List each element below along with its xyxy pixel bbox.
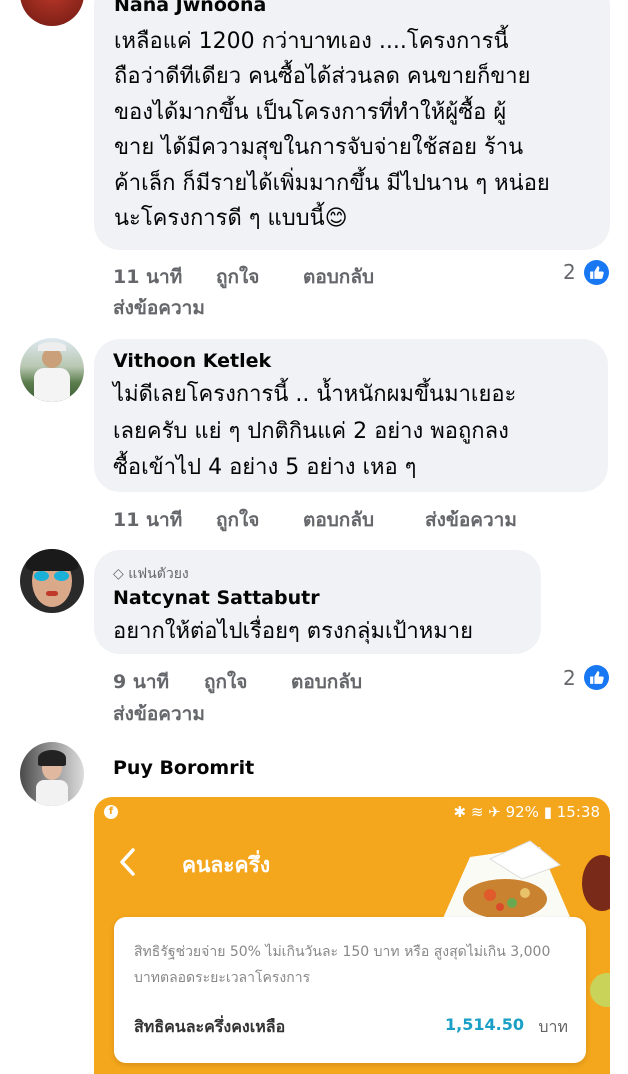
back-arrow-icon (120, 848, 135, 876)
comment-text-line: ซื้อเข้าไป 4 อย่าง 5 อย่าง เหอ ๆ (113, 455, 417, 480)
reaction-count[interactable]: 2 (563, 666, 576, 690)
avatar[interactable] (20, 742, 84, 806)
status-time: 15:38 (556, 803, 600, 821)
like-button[interactable]: ถูกใจ (204, 667, 247, 697)
comment-text-line: เลยครับ แย่ ๆ ปกติกินแค่ 2 อย่าง พอถูกลง (113, 419, 509, 444)
like-button[interactable]: ถูกใจ (216, 262, 259, 292)
comment-text-line: เหลือแค่ 1200 กว่าบาทเอง ....โครงการนี้ (114, 29, 509, 54)
chili-bowl-illustration (582, 855, 610, 911)
comment-author[interactable]: Nana Jwnoona (114, 0, 266, 16)
battery-level: 92% (505, 803, 539, 821)
lime-illustration (590, 973, 610, 1007)
reply-button[interactable]: ตอบกลับ (291, 667, 362, 697)
battery-icon: ▮ (543, 803, 552, 821)
balance-amount: 1,514.50 (445, 1015, 524, 1034)
send-message-link[interactable]: ส่งข้อความ (113, 699, 205, 729)
comment-time[interactable]: 11 นาที (113, 505, 182, 535)
avatar[interactable] (20, 0, 84, 26)
balance-unit: บาท (538, 1017, 568, 1036)
send-message-link[interactable]: ส่งข้อความ (425, 505, 517, 535)
airplane-icon: ✈ (488, 803, 501, 821)
reply-button[interactable]: ตอบกลับ (303, 262, 374, 292)
bluetooth-icon: ✱ (453, 803, 467, 821)
comment-time[interactable]: 9 นาที (113, 667, 169, 697)
facebook-icon: f (104, 805, 118, 819)
comment-text-line: ขาย ได้มีความสุขในการจับจ่ายใช้สอย ร้าน (114, 135, 524, 160)
comment-author[interactable]: Vithoon Ketlek (113, 350, 271, 372)
avatar[interactable] (20, 338, 84, 402)
wifi-icon: ≋ (470, 803, 484, 821)
comment-text-line: ไม่ดีเลยโครงการนี้ .. น้ำหนักผมขึ้นมาเยอ… (113, 382, 517, 407)
balance-card: สิทธิรัฐช่วยจ่าย 50% ไม่เกินวันละ 150 บา… (114, 917, 586, 1063)
comment-time[interactable]: 11 นาที (113, 262, 182, 292)
app-title: คนละครึ่ง (182, 853, 271, 877)
diamond-icon: ◇ (113, 566, 124, 582)
balance-label: สิทธิคนละครึ่งคงเหลือ (134, 1017, 286, 1036)
like-reaction-icon[interactable] (584, 260, 609, 285)
rights-description: สิทธิรัฐช่วยจ่าย 50% ไม่เกินวันละ 150 บา… (134, 944, 551, 986)
comment-text-line: ถือว่าดีทีเดียว คนซื้อได้ส่วนลด คนขายก็ข… (114, 64, 531, 89)
avatar[interactable] (20, 549, 84, 613)
top-fan-badge: ◇ แฟนตัวยง (113, 563, 189, 585)
comment-text-line: ของได้มากขึ้น เป็นโครงการที่ทำให้ผู้ซื้อ… (114, 100, 507, 125)
comment-author[interactable]: Natcynat Sattabutr (113, 587, 320, 609)
status-bar: ✱ ≋ ✈ 92% ▮ 15:38 (454, 803, 600, 821)
reply-button[interactable]: ตอบกลับ (303, 505, 374, 535)
food-box-illustration (440, 840, 570, 925)
send-message-link[interactable]: ส่งข้อความ (113, 293, 205, 323)
badge-label: แฟนตัวยง (128, 566, 189, 582)
like-button[interactable]: ถูกใจ (216, 505, 259, 535)
comment-author[interactable]: Puy Boromrit (113, 757, 254, 779)
like-reaction-icon[interactable] (584, 665, 609, 690)
comment-text-line: ค้าเล็ก ก็มีรายได้เพิ่มมากขึ้น มีไปนาน ๆ… (114, 171, 550, 196)
reaction-count[interactable]: 2 (563, 260, 576, 284)
comment-text-line: นะโครงการดี ๆ แบบนี้😊 (114, 206, 348, 231)
comment-text-line: อยากให้ต่อไปเรื่อยๆ ตรงกลุ่มเป้าหมาย (113, 619, 474, 644)
attached-image[interactable]: f ✱ ≋ ✈ 92% ▮ 15:38 คนละครึ่ง สิทธิรัฐช่… (94, 797, 610, 1074)
